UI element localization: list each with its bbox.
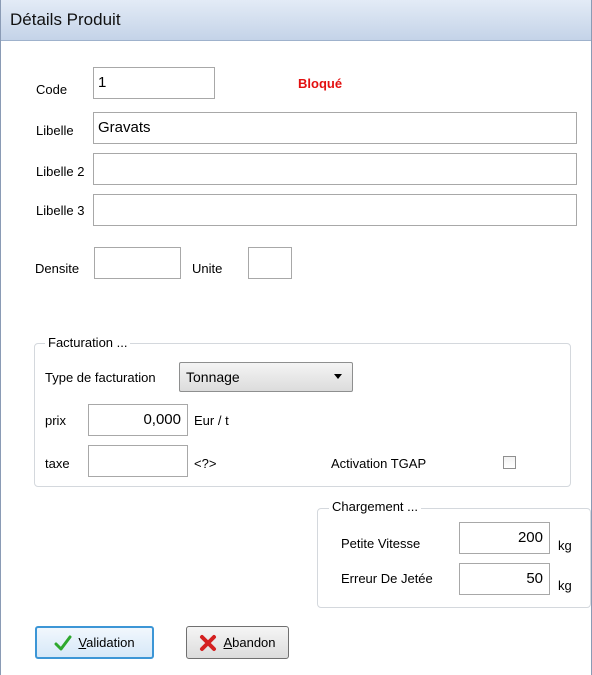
erreur-jetee-field[interactable]: 50: [459, 563, 550, 595]
status-badge: Bloqué: [298, 76, 343, 91]
abandon-button[interactable]: Abandon: [186, 626, 289, 659]
validation-button-label: Validation: [78, 635, 135, 650]
taxe-unit: <?>: [194, 456, 217, 471]
product-details-window: Détails Produit Code 1 Bloqué Libelle Gr…: [0, 0, 592, 675]
unite-label: Unite: [192, 261, 223, 276]
prix-label: prix: [45, 413, 66, 428]
abandon-button-label: Abandon: [223, 635, 276, 650]
tgap-checkbox[interactable]: [503, 456, 516, 469]
libelle-field[interactable]: Gravats: [93, 112, 577, 144]
unite-field[interactable]: [248, 247, 292, 279]
petite-vitesse-label: Petite Vitesse: [341, 536, 421, 551]
libelle3-field[interactable]: [93, 194, 577, 226]
prix-field[interactable]: 0,000: [88, 404, 188, 436]
erreur-jetee-label: Erreur De Jetée: [341, 571, 433, 586]
chevron-down-icon: [334, 374, 342, 379]
code-label: Code: [36, 82, 68, 97]
validation-button[interactable]: Validation: [35, 626, 154, 659]
tgap-label: Activation TGAP: [331, 456, 427, 471]
taxe-label: taxe: [45, 456, 70, 471]
libelle-label: Libelle: [36, 123, 74, 138]
taxe-field[interactable]: [88, 445, 188, 477]
checkmark-icon: [54, 635, 72, 650]
type-facturation-label: Type de facturation: [45, 370, 156, 385]
code-field[interactable]: 1: [93, 67, 215, 99]
title-bar: Détails Produit: [1, 0, 591, 41]
petite-vitesse-field[interactable]: 200: [459, 522, 550, 554]
densite-field[interactable]: [94, 247, 181, 279]
type-facturation-select[interactable]: Tonnage: [179, 362, 353, 392]
facturation-group-title: Facturation ...: [45, 335, 131, 350]
window-title: Détails Produit: [10, 10, 121, 29]
erreur-jetee-unit: kg: [558, 578, 572, 593]
libelle2-field[interactable]: [93, 153, 577, 185]
close-icon: [200, 634, 217, 651]
libelle3-label: Libelle 3: [36, 203, 85, 218]
densite-label: Densite: [35, 261, 80, 276]
chargement-group-title: Chargement ...: [329, 499, 421, 514]
libelle2-label: Libelle 2: [36, 164, 85, 179]
petite-vitesse-unit: kg: [558, 538, 572, 553]
type-facturation-value: Tonnage: [186, 369, 240, 385]
prix-unit: Eur / t: [194, 413, 229, 428]
